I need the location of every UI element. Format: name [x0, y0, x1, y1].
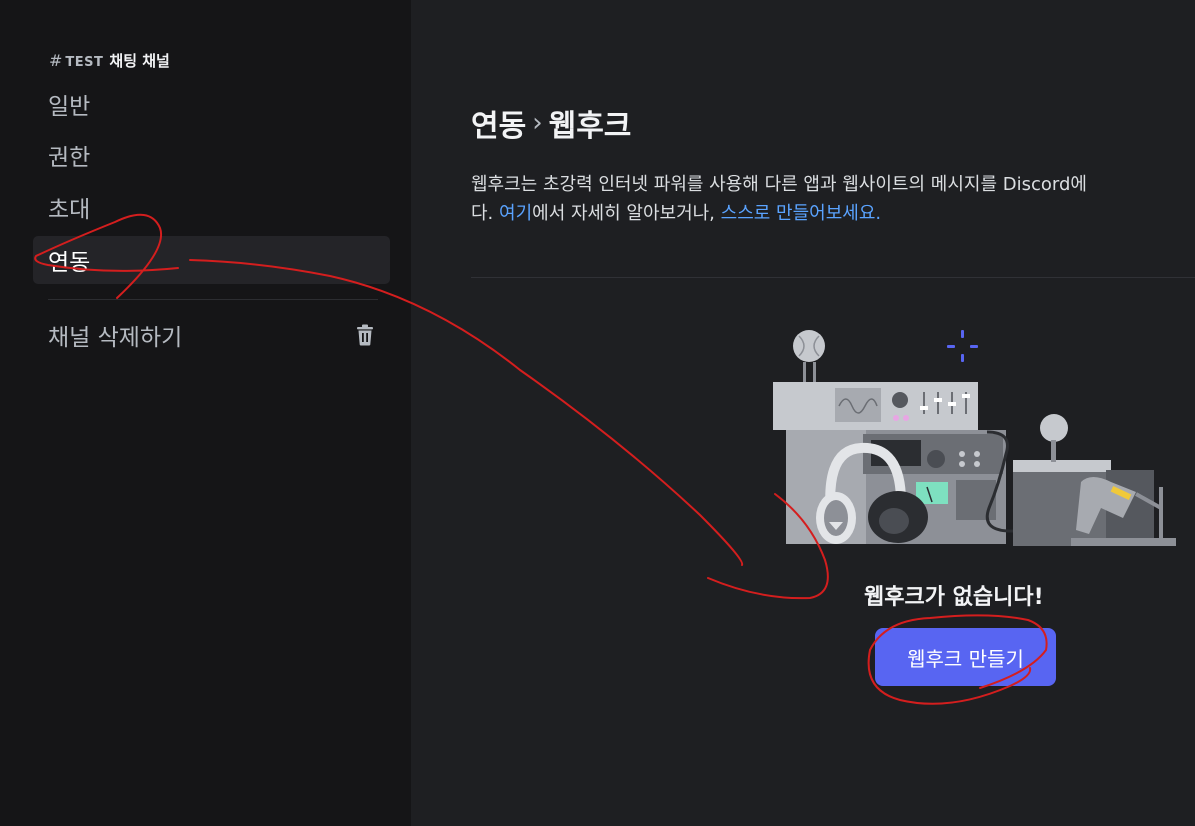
sidebar-category-name: TEST — [65, 55, 104, 70]
delete-channel-label: 채널 삭제하기 — [48, 325, 183, 351]
sidebar-item-integrations[interactable]: 연동 — [33, 236, 390, 284]
section-divider — [471, 277, 1195, 278]
app-root: # TEST 채팅 채널 일반 권한 초대 연동 채널 삭제하기 연동 › 웹후… — [0, 0, 1195, 826]
channel-hash-icon: # — [49, 51, 63, 70]
delete-channel-button[interactable]: 채널 삭제하기 — [33, 311, 390, 359]
create-webhook-button[interactable]: 웹후크 만들기 — [875, 628, 1056, 686]
sidebar-item-label: 초대 — [48, 197, 91, 223]
main-content: 연동 › 웹후크 웹후크는 초강력 인터넷 파워를 사용해 다른 앱과 웹사이트… — [411, 0, 1195, 826]
breadcrumb-parent[interactable]: 연동 — [471, 101, 526, 145]
build-your-own-link[interactable]: 스스로 만들어보세요. — [721, 203, 881, 224]
description-line-1: 웹후크는 초강력 인터넷 파워를 사용해 다른 앱과 웹사이트의 메시지를 Di… — [471, 174, 1087, 195]
sparkle-icon — [947, 330, 978, 362]
sidebar-item-invites[interactable]: 초대 — [33, 183, 390, 231]
sidebar-item-label: 권한 — [48, 145, 91, 171]
sidebar-item-permissions[interactable]: 권한 — [33, 131, 390, 179]
description-line-2: 다. 여기에서 자세히 알아보거나, 스스로 만들어보세요. — [471, 199, 1195, 228]
empty-state-title: 웹후크가 없습니다! — [864, 585, 1044, 610]
trash-icon — [357, 324, 373, 346]
webhook-illustration — [773, 330, 1176, 546]
breadcrumb-separator: › — [532, 108, 543, 138]
sidebar-header: # TEST 채팅 채널 — [49, 50, 170, 71]
sidebar-divider — [48, 299, 378, 300]
learn-more-link[interactable]: 여기 — [499, 203, 532, 224]
settings-sidebar: # TEST 채팅 채널 일반 권한 초대 연동 채널 삭제하기 — [0, 0, 411, 826]
sidebar-channel-name: 채팅 채널 — [109, 52, 170, 70]
description-text: 다. — [471, 203, 500, 224]
breadcrumb-current: 웹후크 — [548, 109, 632, 144]
breadcrumb: 연동 › 웹후크 — [471, 101, 631, 145]
webhook-description: 웹후크는 초강력 인터넷 파워를 사용해 다른 앱과 웹사이트의 메시지를 Di… — [471, 170, 1195, 228]
sidebar-item-label: 연동 — [48, 250, 91, 276]
description-text: 에서 자세히 알아보거나, — [532, 203, 721, 224]
sidebar-item-general[interactable]: 일반 — [33, 80, 390, 128]
sidebar-item-label: 일반 — [48, 94, 91, 120]
